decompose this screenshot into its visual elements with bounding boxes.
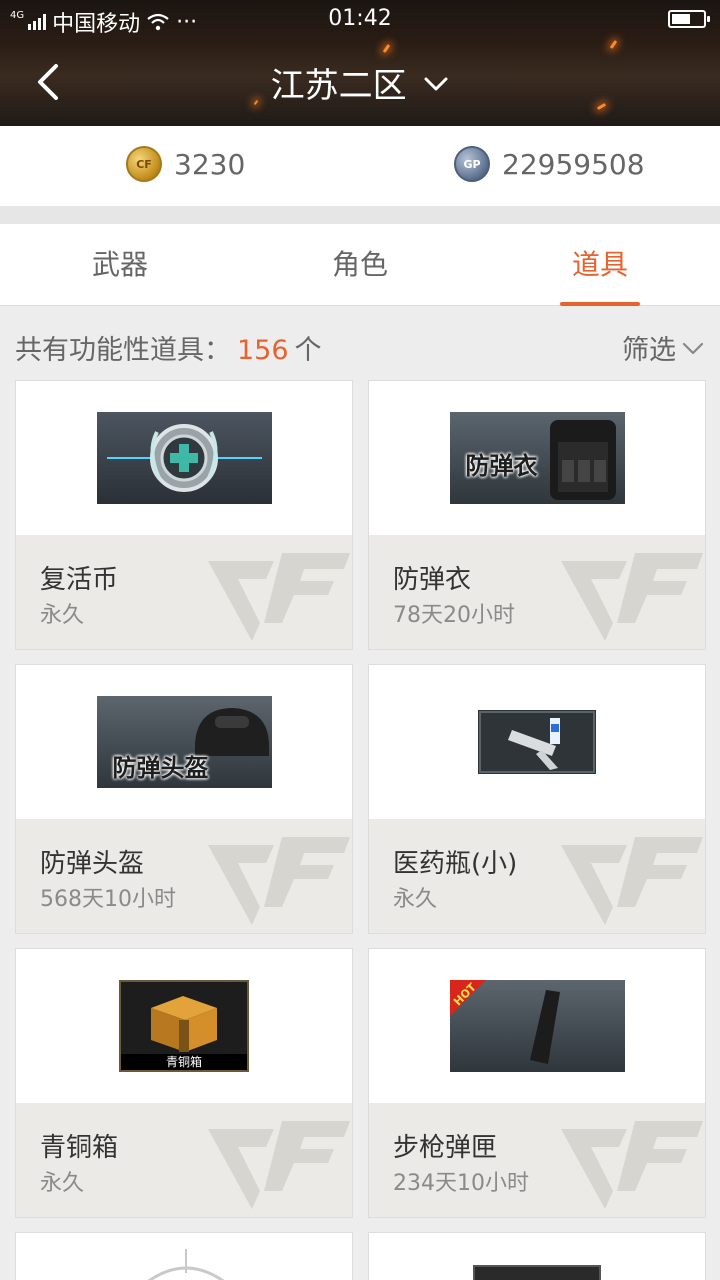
item-count-prefix: 共有功能性道具：	[15, 335, 231, 366]
item-thumb-partial	[473, 1265, 601, 1280]
cf-logo-watermark	[561, 837, 703, 925]
category-tabs: 武器 角色 道具	[0, 224, 720, 306]
item-name: 防弹头盔	[40, 849, 145, 879]
thumb-label: 青铜箱	[121, 1054, 247, 1070]
item-card-partial[interactable]	[368, 1232, 706, 1280]
item-duration: 永久	[40, 603, 85, 628]
filter-label: 筛选	[622, 335, 676, 366]
cf-coin-icon: CF	[126, 146, 162, 182]
item-count-text: 共有功能性道具： 156 个	[15, 328, 322, 367]
currency-bar: CF 3230 GP 22959508	[0, 126, 720, 206]
item-duration: 永久	[393, 887, 438, 912]
bronze-box-icon: 青铜箱	[119, 980, 249, 1072]
divider	[0, 206, 720, 224]
medkit-icon	[478, 710, 596, 774]
revive-coin-icon	[96, 412, 272, 504]
item-card[interactable]: HOT 步枪弹匣 234天10小时	[368, 948, 706, 1218]
crosshair-icon	[147, 1249, 225, 1280]
helmet-icon: 防弹头盔	[96, 696, 272, 788]
cf-points-value: 3230	[174, 147, 246, 181]
server-selector[interactable]: 江苏二区	[0, 58, 720, 107]
page-title: 江苏二区	[270, 66, 407, 106]
item-card[interactable]: 复活币 永久	[15, 380, 353, 650]
thumb-label: 防弹头盔	[112, 754, 209, 782]
item-card-partial[interactable]	[15, 1232, 353, 1280]
status-bar: 4G 中国移动 ··· 01:42	[0, 0, 720, 38]
gp-points-value: 22959508	[502, 147, 645, 181]
item-card[interactable]: 防弹衣 防弹衣 78天20小时	[368, 380, 706, 650]
cf-logo-watermark	[561, 553, 703, 641]
item-count-unit: 个	[294, 335, 322, 366]
item-duration: 78天20小时	[393, 603, 515, 628]
item-card[interactable]: 青铜箱 青铜箱 永久	[15, 948, 353, 1218]
item-name: 医药瓶(小)	[393, 849, 518, 879]
summary-bar: 共有功能性道具： 156 个 筛选	[0, 306, 720, 380]
rifle-magazine-icon: HOT	[449, 980, 625, 1072]
app-header: 4G 中国移动 ··· 01:42 江苏二区	[0, 0, 720, 126]
item-name: 防弹衣	[393, 565, 472, 595]
item-count: 156	[237, 335, 289, 366]
tab-characters[interactable]: 角色	[240, 224, 480, 306]
thumb-label: 防弹衣	[465, 452, 538, 480]
battery-icon	[668, 10, 710, 28]
cf-logo-watermark	[561, 1121, 703, 1209]
cf-logo-watermark	[208, 553, 350, 641]
cf-logo-watermark	[208, 837, 350, 925]
status-time: 01:42	[328, 6, 392, 31]
gp-coin-icon: GP	[454, 146, 490, 182]
filter-button[interactable]: 筛选	[622, 328, 704, 367]
gp-points: GP 22959508	[454, 146, 645, 182]
item-duration: 568天10小时	[40, 887, 176, 912]
tab-items-label: 道具	[571, 248, 628, 281]
item-name: 复活币	[40, 565, 119, 595]
cf-logo-watermark	[208, 1121, 350, 1209]
tab-weapons-label: 武器	[91, 248, 148, 281]
item-card[interactable]: 防弹头盔 防弹头盔 568天10小时	[15, 664, 353, 934]
vest-icon: 防弹衣	[449, 412, 625, 504]
tab-characters-label: 角色	[331, 248, 388, 281]
item-card[interactable]: 医药瓶(小) 永久	[368, 664, 706, 934]
chevron-down-icon	[682, 342, 704, 354]
item-duration: 永久	[40, 1171, 85, 1196]
chevron-down-icon	[424, 77, 448, 90]
item-duration: 234天10小时	[393, 1171, 529, 1196]
item-name: 步枪弹匣	[393, 1133, 498, 1163]
tab-weapons[interactable]: 武器	[0, 224, 240, 306]
cf-points: CF 3230	[126, 146, 245, 182]
tab-items[interactable]: 道具	[480, 224, 720, 306]
item-name: 青铜箱	[40, 1133, 119, 1163]
